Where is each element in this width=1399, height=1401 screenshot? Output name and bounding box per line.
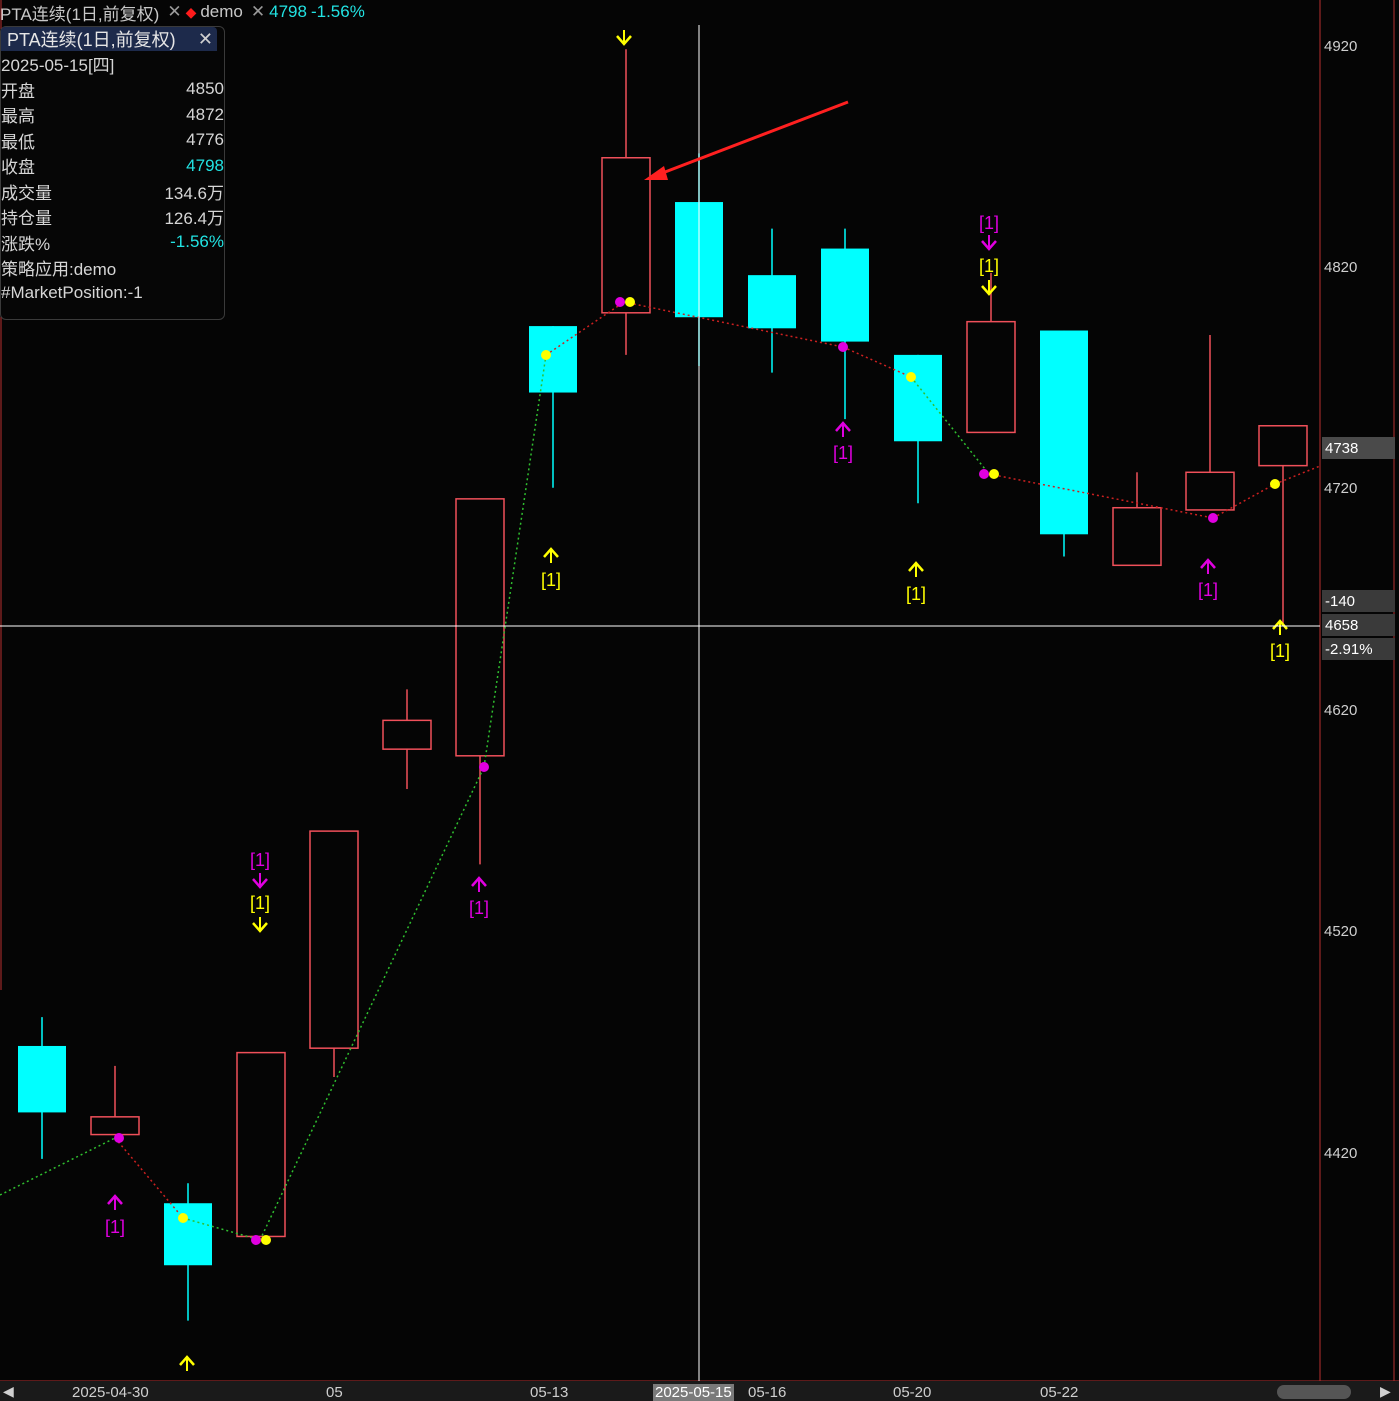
row-volume: 成交量 134.6万 xyxy=(1,183,224,203)
title-bar: PTA连续(1日,前复权) ✕ ◆ demo ✕ 4798 -1.56% xyxy=(0,0,369,24)
price-label: 4720 xyxy=(1324,480,1358,497)
cursor-date-label: 2025-05-15 xyxy=(653,1384,734,1401)
last-price: 4798 xyxy=(269,2,307,21)
strategy-title[interactable]: demo xyxy=(200,2,243,22)
signal-dot xyxy=(479,762,489,772)
candle-body xyxy=(309,830,359,1049)
signal-dot xyxy=(615,297,625,307)
strategy-line: 策略应用:demo xyxy=(1,260,117,280)
signal-label: [1] xyxy=(906,584,926,604)
signal-dot xyxy=(1270,479,1280,489)
row-open: 开盘 4850 xyxy=(1,79,224,101)
cursor-pct-tag: -2.91% xyxy=(1322,638,1395,660)
row-high: 最高 4872 xyxy=(1,104,224,127)
signal-label: [1] xyxy=(979,213,999,233)
signal-label: [1] xyxy=(250,893,270,913)
date-label: 05-20 xyxy=(893,1384,932,1401)
candle-body xyxy=(748,275,796,329)
scroll-thumb[interactable] xyxy=(1277,1385,1351,1399)
signal-dot xyxy=(178,1213,188,1223)
signal-dot xyxy=(541,350,551,360)
bar-date: 2025-05-15[四] xyxy=(1,56,115,76)
signal-label: [1] xyxy=(979,256,999,276)
signal-dot xyxy=(251,1235,261,1245)
strategy-dot-icon: ◆ xyxy=(185,3,197,20)
current-price-tag: 4738 xyxy=(1322,437,1395,459)
signal-label: [1] xyxy=(250,850,270,870)
date-label: 05-13 xyxy=(530,1384,569,1401)
signal-label: [1] xyxy=(1270,641,1290,661)
signal-dot xyxy=(1208,513,1218,523)
panel-close-icon[interactable]: ✕ xyxy=(198,29,213,50)
candle-body xyxy=(601,157,651,314)
candle-body xyxy=(164,1203,212,1266)
candle-body xyxy=(1112,506,1162,567)
strategy-close-icon[interactable]: ✕ xyxy=(251,2,265,22)
scroll-left-icon[interactable]: ◀ xyxy=(3,1383,14,1400)
candle-body xyxy=(455,498,505,757)
signal-dot xyxy=(625,297,635,307)
signal-dot xyxy=(838,342,848,352)
signal-dot xyxy=(906,372,916,382)
cursor-price-tag: 4658 xyxy=(1322,614,1395,636)
date-label: 2025-04-30 xyxy=(72,1384,149,1401)
signal-dot xyxy=(979,469,989,479)
price-label: 4920 xyxy=(1324,38,1358,55)
signal-label: [1] xyxy=(105,1217,125,1237)
signal-dot xyxy=(114,1133,124,1143)
candle-body xyxy=(90,1116,140,1136)
symbol-title[interactable]: PTA连续(1日,前复权) xyxy=(0,0,159,25)
price-label: 4520 xyxy=(1324,923,1358,940)
candle-body xyxy=(1258,425,1308,467)
close-icon[interactable]: ✕ xyxy=(167,2,181,22)
date-label: 05-22 xyxy=(1040,1384,1079,1401)
row-low: 最低 4776 xyxy=(1,130,224,152)
panel-title: PTA连续(1日,前复权) xyxy=(7,30,176,50)
candle-body xyxy=(821,248,869,342)
signal-label: [1] xyxy=(469,898,489,918)
price-label: 4420 xyxy=(1324,1145,1358,1162)
signal-label: [1] xyxy=(541,570,561,590)
row-close: 收盘 4798 xyxy=(1,155,224,178)
date-label: 05-16 xyxy=(748,1384,787,1401)
candle-body xyxy=(382,719,432,750)
market-position-line: #MarketPosition:-1 xyxy=(1,283,143,303)
scroll-right-icon[interactable]: ▶ xyxy=(1380,1383,1391,1400)
candle-body xyxy=(894,354,942,442)
change-percent: -1.56% xyxy=(310,2,365,21)
cursor-diff-tag: -140 xyxy=(1322,590,1395,612)
panel-header: PTA连续(1日,前复权) ✕ xyxy=(1,27,217,51)
signal-label: [1] xyxy=(833,443,853,463)
signal-dot xyxy=(989,469,999,479)
signal-label: [1] xyxy=(1198,580,1218,600)
candle-body xyxy=(966,320,1016,434)
candle-body xyxy=(236,1051,286,1238)
candle-body xyxy=(1040,330,1088,535)
row-open-interest: 持仓量 126.4万 xyxy=(1,209,224,229)
row-change-pct: 涨跌% -1.56% xyxy=(1,232,224,254)
bar-info-panel: PTA连续(1日,前复权) ✕ 2025-05-15[四] 开盘 4850 最高 4… xyxy=(0,26,225,320)
price-label: 4620 xyxy=(1324,702,1358,719)
price-label: 4820 xyxy=(1324,259,1358,276)
candle-body xyxy=(529,326,577,393)
signal-dot xyxy=(261,1235,271,1245)
candle-body xyxy=(1185,471,1235,511)
date-label: 05 xyxy=(326,1384,343,1401)
candle-body xyxy=(18,1045,66,1113)
